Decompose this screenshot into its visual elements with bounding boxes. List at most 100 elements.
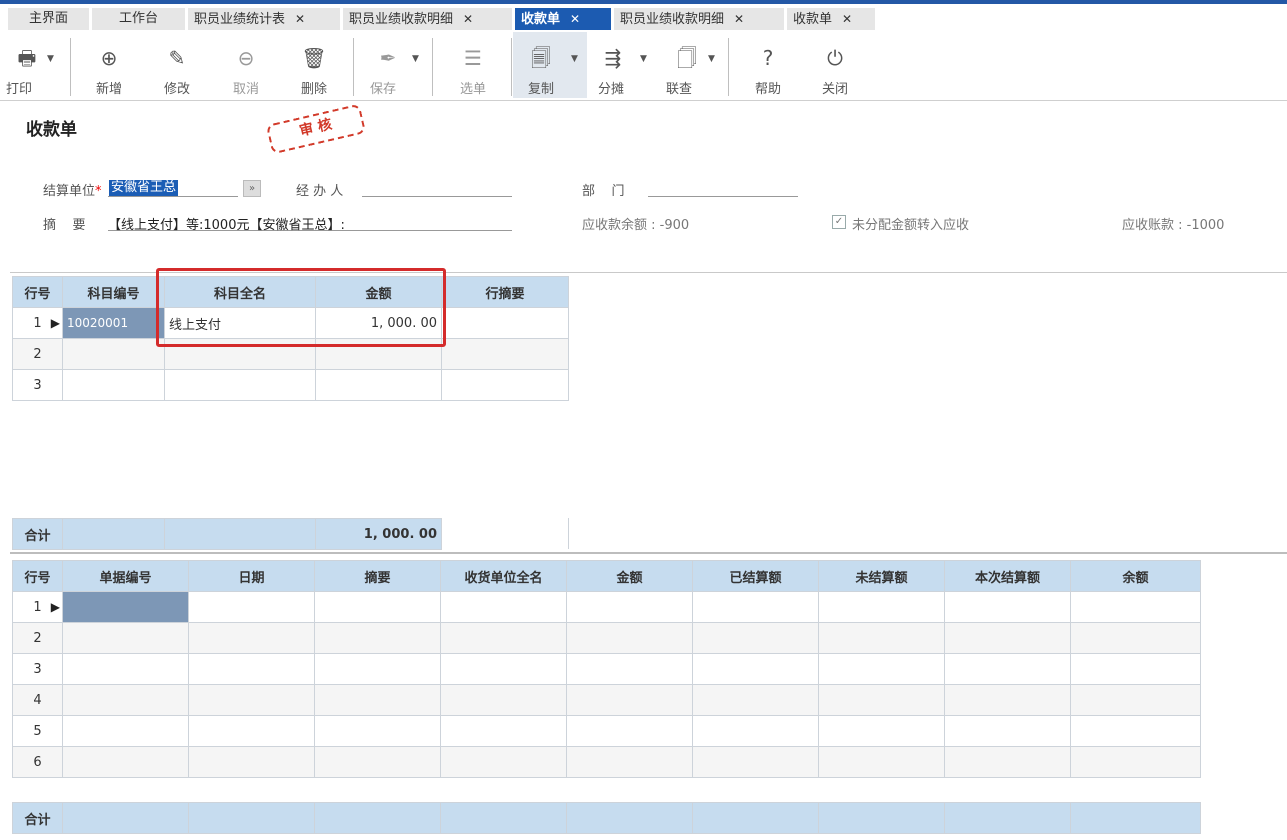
table-row[interactable]: 1 ▶ xyxy=(12,591,1201,623)
summary-cell[interactable] xyxy=(314,746,441,778)
tab-receipt-2[interactable]: 收款单 ✕ xyxy=(787,8,875,30)
amount-cell[interactable] xyxy=(566,746,693,778)
settled-cell[interactable] xyxy=(692,622,819,654)
header-balance[interactable]: 余额 xyxy=(1070,560,1201,592)
table-row[interactable]: 4 xyxy=(12,684,1201,716)
bill-no-cell[interactable] xyxy=(62,746,189,778)
balance-cell[interactable] xyxy=(1070,684,1201,716)
tab-staff-receipt-detail-2[interactable]: 职员业绩收款明细 ✕ xyxy=(614,8,784,30)
bill-no-cell[interactable] xyxy=(62,684,189,716)
date-cell[interactable] xyxy=(188,591,315,623)
amount-cell[interactable] xyxy=(315,369,442,401)
print-button[interactable]: 🖶 ▼ 打印 xyxy=(0,32,70,98)
transfer-checkbox[interactable]: ✓ xyxy=(832,215,846,229)
date-cell[interactable] xyxy=(188,746,315,778)
balance-cell[interactable] xyxy=(1070,622,1201,654)
close-icon[interactable]: ✕ xyxy=(842,8,852,30)
dept-input[interactable] xyxy=(648,180,798,197)
bill-no-cell[interactable] xyxy=(62,622,189,654)
settled-cell[interactable] xyxy=(692,653,819,685)
this-settle-cell[interactable] xyxy=(944,684,1071,716)
settled-cell[interactable] xyxy=(692,715,819,747)
cancel-button[interactable]: ⊖ 取消 xyxy=(221,32,271,98)
settled-cell[interactable] xyxy=(692,746,819,778)
settle-unit-value[interactable]: 安徽省王总 xyxy=(109,180,179,196)
settled-cell[interactable] xyxy=(692,684,819,716)
chevron-down-icon[interactable]: ▼ xyxy=(640,54,647,64)
tab-staff-receipt-detail[interactable]: 职员业绩收款明细 ✕ xyxy=(343,8,512,30)
amount-cell[interactable] xyxy=(566,715,693,747)
this-settle-cell[interactable] xyxy=(944,591,1071,623)
balance-cell[interactable] xyxy=(1070,746,1201,778)
header-unsettled[interactable]: 未结算额 xyxy=(818,560,945,592)
unsettled-cell[interactable] xyxy=(818,746,945,778)
header-subject-code[interactable]: 科目编号 xyxy=(62,276,165,308)
add-button[interactable]: ⊕ 新增 xyxy=(84,32,134,98)
this-settle-cell[interactable] xyxy=(944,715,1071,747)
header-row-no[interactable]: 行号 xyxy=(12,560,63,592)
unsettled-cell[interactable] xyxy=(818,622,945,654)
bill-no-cell[interactable] xyxy=(62,591,189,623)
receiver-cell[interactable] xyxy=(440,622,567,654)
header-row-memo[interactable]: 行摘要 xyxy=(441,276,569,308)
browse-icon[interactable]: » xyxy=(243,180,261,197)
table-row[interactable]: 2 xyxy=(12,622,1201,654)
bill-no-cell[interactable] xyxy=(62,715,189,747)
close-icon[interactable]: ✕ xyxy=(295,8,305,30)
table-row[interactable]: 5 xyxy=(12,715,1201,747)
summary-cell[interactable] xyxy=(314,591,441,623)
summary-cell[interactable] xyxy=(314,715,441,747)
balance-cell[interactable] xyxy=(1070,715,1201,747)
save-button[interactable]: ✒ ▼ 保存 xyxy=(360,32,430,98)
header-receiver-name[interactable]: 收货单位全名 xyxy=(440,560,567,592)
header-date[interactable]: 日期 xyxy=(188,560,315,592)
this-settle-cell[interactable] xyxy=(944,622,1071,654)
subject-name-cell[interactable] xyxy=(164,369,316,401)
chevron-down-icon[interactable]: ▼ xyxy=(412,54,419,64)
receiver-cell[interactable] xyxy=(440,746,567,778)
amount-cell[interactable] xyxy=(566,591,693,623)
subject-code-cell[interactable] xyxy=(62,369,165,401)
receiver-cell[interactable] xyxy=(440,653,567,685)
table-row[interactable]: 6 xyxy=(12,746,1201,778)
receiver-cell[interactable] xyxy=(440,684,567,716)
delete-button[interactable]: 🗑 删除 xyxy=(289,32,339,98)
balance-cell[interactable] xyxy=(1070,653,1201,685)
amount-cell[interactable] xyxy=(566,684,693,716)
select-bill-button[interactable]: ☰ 选单 xyxy=(448,32,498,98)
date-cell[interactable] xyxy=(188,653,315,685)
tab-staff-stats[interactable]: 职员业绩统计表 ✕ xyxy=(188,8,340,30)
header-bill-no[interactable]: 单据编号 xyxy=(62,560,189,592)
memo-cell[interactable] xyxy=(441,369,569,401)
amount-cell[interactable] xyxy=(566,622,693,654)
split-button[interactable]: ⇶ ▼ 分摊 xyxy=(590,32,660,98)
chevron-down-icon[interactable]: ▼ xyxy=(708,54,715,64)
unsettled-cell[interactable] xyxy=(818,591,945,623)
unsettled-cell[interactable] xyxy=(818,715,945,747)
header-amount[interactable]: 金额 xyxy=(566,560,693,592)
header-settled[interactable]: 已结算额 xyxy=(692,560,819,592)
subject-code-cell[interactable] xyxy=(62,338,165,370)
close-icon[interactable]: ✕ xyxy=(570,8,580,30)
date-cell[interactable] xyxy=(188,715,315,747)
this-settle-cell[interactable] xyxy=(944,746,1071,778)
close-icon[interactable]: ✕ xyxy=(463,8,473,30)
query-button[interactable]: 🗍 ▼ 联查 xyxy=(662,32,722,98)
header-row-no[interactable]: 行号 xyxy=(12,276,63,308)
summary-cell[interactable] xyxy=(314,622,441,654)
tab-workbench[interactable]: 工作台 xyxy=(92,8,185,30)
handler-input[interactable] xyxy=(362,180,512,197)
amount-cell[interactable] xyxy=(566,653,693,685)
edit-button[interactable]: ✎ 修改 xyxy=(152,32,202,98)
receiver-cell[interactable] xyxy=(440,591,567,623)
unsettled-cell[interactable] xyxy=(818,684,945,716)
receiver-cell[interactable] xyxy=(440,715,567,747)
help-button[interactable]: ? 帮助 xyxy=(743,32,793,98)
balance-cell[interactable] xyxy=(1070,591,1201,623)
unsettled-cell[interactable] xyxy=(818,653,945,685)
table-row[interactable]: 3 xyxy=(12,653,1201,685)
bill-no-cell[interactable] xyxy=(62,653,189,685)
settled-cell[interactable] xyxy=(692,591,819,623)
memo-cell[interactable] xyxy=(441,307,569,339)
header-summary[interactable]: 摘要 xyxy=(314,560,441,592)
